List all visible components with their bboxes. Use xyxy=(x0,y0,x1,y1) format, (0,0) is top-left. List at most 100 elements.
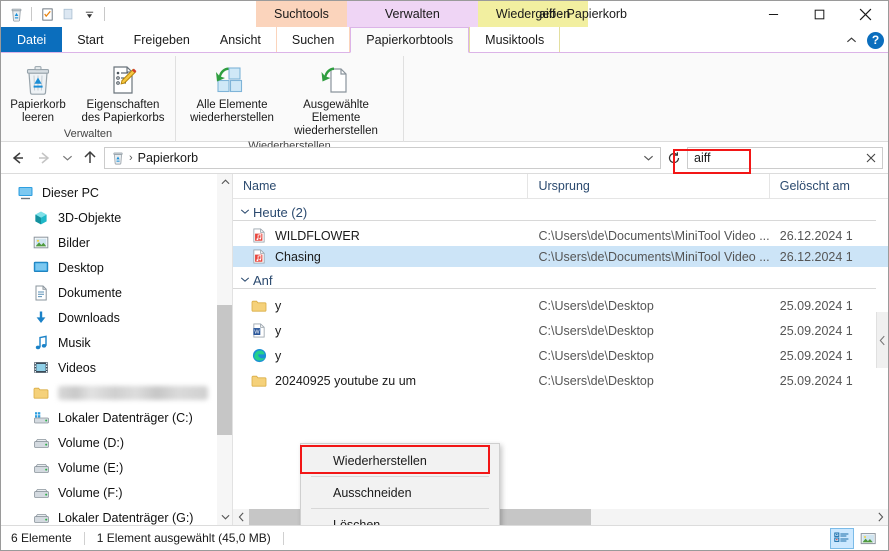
chevron-up-icon[interactable] xyxy=(217,174,233,190)
preview-pane-toggle[interactable] xyxy=(876,312,888,368)
ribbon-empty-area xyxy=(404,56,888,142)
chevron-right-icon[interactable] xyxy=(872,509,888,525)
chevron-down-icon[interactable] xyxy=(80,5,98,23)
context-menu-label: Ausschneiden xyxy=(333,485,412,500)
tab-datei[interactable]: Datei xyxy=(1,27,63,52)
status-divider xyxy=(83,531,85,545)
restore-selected-items-button[interactable]: Ausgewählte Elemente wiederherstellen xyxy=(280,59,392,138)
ribbon-group-wiederherstellen: Alle Elemente wiederherstellen Ausgewähl… xyxy=(176,56,404,152)
context-menu-item-ausschneiden[interactable]: Ausschneiden xyxy=(301,478,499,507)
tab-label: Papierkorbtools xyxy=(366,33,454,47)
sidebar-item-3d-objekte[interactable]: 3D-Objekte xyxy=(1,205,233,230)
sidebar-item-volume-f[interactable]: Volume (F:) xyxy=(1,480,233,505)
close-icon[interactable] xyxy=(860,153,882,163)
tab-ansicht[interactable]: Ansicht xyxy=(205,27,276,52)
recent-locations-button[interactable] xyxy=(58,146,76,170)
sidebar-item-downloads[interactable]: Downloads xyxy=(1,305,233,330)
file-deleted-cell: 26.12.2024 1 xyxy=(779,228,853,243)
file-name-cell: y xyxy=(233,298,529,314)
ribbon-group-verwalten: Papierkorb leeren Eigenschaften des Papi… xyxy=(1,56,176,142)
details-view-button[interactable] xyxy=(830,528,854,549)
chevron-down-icon[interactable] xyxy=(237,274,253,286)
status-bar: 6 Elemente 1 Element ausgewählt (45,0 MB… xyxy=(1,525,888,550)
sidebar-item-volume-e[interactable]: Volume (E:) xyxy=(1,455,233,480)
column-header-name[interactable]: Name xyxy=(233,174,529,199)
tab-start[interactable]: Start xyxy=(62,27,118,52)
tab-papierkorbtools[interactable]: Papierkorbtools xyxy=(350,27,470,53)
sidebar-item-volume-d[interactable]: Volume (D:) xyxy=(1,430,233,455)
contextual-tab-suchtools[interactable]: Suchtools xyxy=(256,1,347,27)
sidebar-item-label: Musik xyxy=(58,335,91,350)
table-row[interactable]: y C:\Users\de\Desktop 25.09.2024 1 xyxy=(233,293,888,318)
sidebar-item-dieser-pc[interactable]: Dieser PC xyxy=(1,180,233,205)
file-deleted-cell: 26.12.2024 1 xyxy=(779,249,853,264)
sidebar-item-dokumente[interactable]: Dokumente xyxy=(1,280,233,305)
group-header-heute[interactable]: Heute (2) xyxy=(233,199,888,225)
empty-recycle-bin-button[interactable]: Papierkorb leeren xyxy=(1,59,75,125)
close-button[interactable] xyxy=(842,1,888,27)
sidebar-item-lokaler-datentraeger-c[interactable]: Lokaler Datenträger (C:) xyxy=(1,405,233,430)
maximize-button[interactable] xyxy=(796,1,842,27)
column-header-geloescht-am[interactable]: Gelöscht am xyxy=(770,174,888,199)
scrollbar-track[interactable] xyxy=(217,190,233,509)
file-origin-cell: C:\Users\de\Desktop xyxy=(538,373,654,388)
context-menu-separator xyxy=(311,508,489,509)
breadcrumb-bar[interactable]: › Papierkorb xyxy=(104,146,661,169)
sidebar-item-label: Downloads xyxy=(58,310,120,325)
search-input[interactable] xyxy=(688,148,860,167)
chevron-down-icon[interactable] xyxy=(237,206,253,218)
large-icons-view-button[interactable] xyxy=(856,528,880,549)
back-button[interactable] xyxy=(6,146,30,170)
forward-button[interactable] xyxy=(32,146,56,170)
file-name: 20240925 youtube zu um xyxy=(275,373,417,388)
sidebar-item-lokaler-datentraeger-g[interactable]: Lokaler Datenträger (G:) xyxy=(1,505,233,525)
tab-musiktools[interactable]: Musiktools xyxy=(469,27,561,52)
table-row[interactable]: WILDFLOWER C:\Users\de\Documents\MiniToo… xyxy=(233,225,888,246)
search-box[interactable] xyxy=(687,146,883,169)
chevron-up-icon[interactable] xyxy=(843,32,859,48)
table-row[interactable]: 20240925 youtube zu um C:\Users\de\Deskt… xyxy=(233,368,888,393)
table-row[interactable]: y C:\Users\de\Desktop 25.09.2024 1 xyxy=(233,343,888,368)
sidebar-item-label: Volume (F:) xyxy=(58,485,123,500)
column-header-ursprung[interactable]: Ursprung xyxy=(528,174,770,199)
breadcrumb-path[interactable]: Papierkorb xyxy=(138,151,198,165)
recycle-bin-properties-button[interactable]: Eigenschaften des Papierkorbs xyxy=(75,59,171,125)
recycle-bin-icon[interactable] xyxy=(7,5,25,23)
svg-text:W: W xyxy=(254,330,260,336)
sidebar-item-label: 3D-Objekte xyxy=(58,210,122,225)
file-name-cell: y xyxy=(233,348,529,364)
refresh-button[interactable] xyxy=(663,147,685,169)
scrollbar-thumb[interactable] xyxy=(217,305,233,435)
properties-checklist-icon[interactable] xyxy=(38,5,56,23)
navigation-scrollbar[interactable] xyxy=(217,174,233,525)
sidebar-item-bilder[interactable]: Bilder xyxy=(1,230,233,255)
contextual-tab-verwalten[interactable]: Verwalten xyxy=(346,1,478,27)
sidebar-item-desktop[interactable]: Desktop xyxy=(1,255,233,280)
restore-selected-items-icon xyxy=(320,63,352,97)
column-label: Name xyxy=(243,179,277,193)
restore-all-items-button[interactable]: Alle Elemente wiederherstellen xyxy=(184,59,280,125)
up-button[interactable] xyxy=(78,146,102,170)
new-item-icon[interactable] xyxy=(59,5,77,23)
context-menu-item-loeschen[interactable]: Löschen xyxy=(301,510,499,526)
minimize-button[interactable] xyxy=(750,1,796,27)
chevron-down-icon[interactable] xyxy=(643,148,654,168)
help-button[interactable]: ? xyxy=(867,31,884,49)
group-header-anfang[interactable]: Anf xyxy=(233,267,888,293)
table-row[interactable]: Chasing C:\Users\de\Documents\MiniTool V… xyxy=(233,246,888,267)
sidebar-item-videos[interactable]: Videos xyxy=(1,355,233,380)
chevron-down-icon[interactable] xyxy=(217,509,233,525)
context-menu-item-wiederherstellen[interactable]: Wiederherstellen xyxy=(301,446,499,475)
chevron-left-icon[interactable] xyxy=(233,509,249,525)
table-row[interactable]: W y C:\Users\de\Desktop 25.09.2024 1 xyxy=(233,318,888,343)
tab-freigeben[interactable]: Freigeben xyxy=(119,27,205,52)
ribbon-panel: Papierkorb leeren Eigenschaften des Papi… xyxy=(1,53,888,152)
music-icon xyxy=(31,334,51,352)
sidebar-item-redacted[interactable] xyxy=(1,380,233,405)
file-name-cell: WILDFLOWER xyxy=(233,228,529,244)
sidebar-item-musik[interactable]: Musik xyxy=(1,330,233,355)
this-pc-icon xyxy=(15,184,35,202)
window-controls xyxy=(750,1,888,27)
tab-suchen[interactable]: Suchen xyxy=(275,27,351,52)
address-bar: › Papierkorb xyxy=(1,142,888,173)
